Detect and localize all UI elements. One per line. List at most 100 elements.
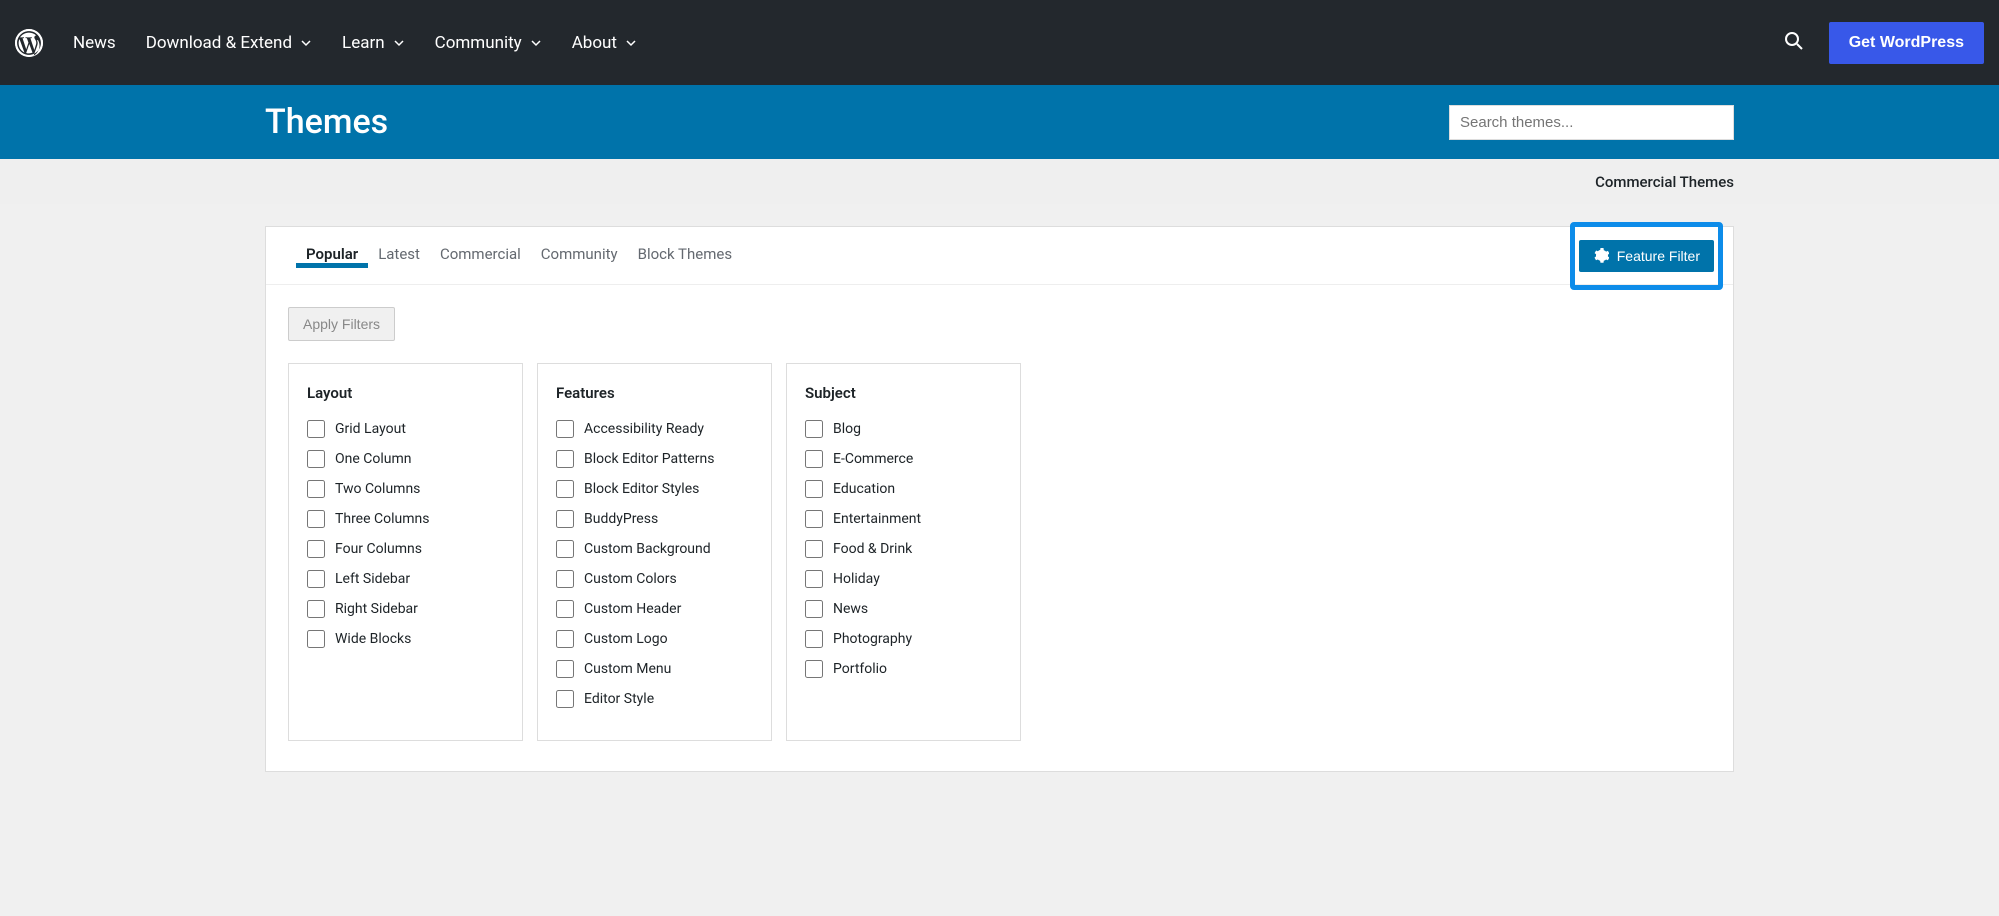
filter-label: Entertainment <box>833 511 921 527</box>
checkbox[interactable] <box>556 540 574 558</box>
checkbox[interactable] <box>805 600 823 618</box>
filter-option[interactable]: Photography <box>805 630 1002 648</box>
filter-label: Block Editor Styles <box>584 481 699 497</box>
commercial-bar: Commercial Themes <box>0 159 1999 204</box>
tab-block-themes[interactable]: Block Themes <box>628 245 742 263</box>
checkbox[interactable] <box>307 540 325 558</box>
search-icon <box>1784 31 1804 51</box>
checkbox[interactable] <box>307 630 325 648</box>
commercial-themes-link[interactable]: Commercial Themes <box>1595 173 1734 191</box>
feature-filter-highlight: Feature Filter <box>1570 222 1723 290</box>
gear-icon <box>1593 248 1609 264</box>
chevron-down-icon <box>393 37 405 49</box>
checkbox[interactable] <box>805 540 823 558</box>
checkbox[interactable] <box>805 450 823 468</box>
checkbox[interactable] <box>805 420 823 438</box>
filter-option[interactable]: Block Editor Styles <box>556 480 753 498</box>
feature-filter-button[interactable]: Feature Filter <box>1579 240 1714 272</box>
tabs-row: Popular Latest Commercial Community Bloc… <box>266 227 1733 285</box>
checkbox[interactable] <box>556 510 574 528</box>
filter-cards: Layout Grid Layout One Column Two Column… <box>288 363 1711 741</box>
checkbox[interactable] <box>556 660 574 678</box>
filter-option[interactable]: Food & Drink <box>805 540 1002 558</box>
apply-filters-button[interactable]: Apply Filters <box>288 307 395 341</box>
filter-label: Wide Blocks <box>335 631 411 647</box>
filter-option[interactable]: BuddyPress <box>556 510 753 528</box>
nav-label: About <box>572 33 617 53</box>
filter-group-title: Layout <box>307 384 504 402</box>
filter-option[interactable]: Editor Style <box>556 690 753 708</box>
filter-label: Three Columns <box>335 511 429 527</box>
checkbox[interactable] <box>307 510 325 528</box>
filter-card-layout: Layout Grid Layout One Column Two Column… <box>288 363 523 741</box>
nav-news[interactable]: News <box>73 33 116 53</box>
checkbox[interactable] <box>556 570 574 588</box>
filter-label: Photography <box>833 631 912 647</box>
filter-option[interactable]: Three Columns <box>307 510 504 528</box>
filter-option[interactable]: Accessibility Ready <box>556 420 753 438</box>
checkbox[interactable] <box>307 420 325 438</box>
nav-label: Learn <box>342 33 385 53</box>
checkbox[interactable] <box>556 450 574 468</box>
checkbox[interactable] <box>556 420 574 438</box>
checkbox[interactable] <box>556 480 574 498</box>
search-themes-input[interactable] <box>1449 105 1734 140</box>
filter-label: Editor Style <box>584 691 654 707</box>
checkbox[interactable] <box>805 660 823 678</box>
checkbox[interactable] <box>805 480 823 498</box>
nav-about[interactable]: About <box>572 33 637 53</box>
filter-option[interactable]: One Column <box>307 450 504 468</box>
filter-option[interactable]: Custom Header <box>556 600 753 618</box>
nav-download[interactable]: Download & Extend <box>146 33 312 53</box>
filter-option[interactable]: Custom Colors <box>556 570 753 588</box>
tab-commercial[interactable]: Commercial <box>430 245 531 263</box>
filter-option[interactable]: Holiday <box>805 570 1002 588</box>
filter-option[interactable]: Entertainment <box>805 510 1002 528</box>
nav-learn[interactable]: Learn <box>342 33 405 53</box>
nav-community[interactable]: Community <box>435 33 542 53</box>
feature-filter-label: Feature Filter <box>1617 248 1700 264</box>
filters-area: Apply Filters Layout Grid Layout One Col… <box>266 285 1733 771</box>
checkbox[interactable] <box>556 690 574 708</box>
search-icon-button[interactable] <box>1784 31 1804 55</box>
filter-option[interactable]: Blog <box>805 420 1002 438</box>
filter-option[interactable]: Wide Blocks <box>307 630 504 648</box>
checkbox[interactable] <box>805 630 823 648</box>
get-wordpress-button[interactable]: Get WordPress <box>1829 22 1984 64</box>
checkbox[interactable] <box>307 480 325 498</box>
checkbox[interactable] <box>556 630 574 648</box>
filter-option[interactable]: Education <box>805 480 1002 498</box>
filter-option[interactable]: News <box>805 600 1002 618</box>
main-nav: News Download & Extend Learn Community A… <box>73 33 1784 53</box>
tab-latest[interactable]: Latest <box>368 245 430 263</box>
filter-option[interactable]: Right Sidebar <box>307 600 504 618</box>
filter-option[interactable]: Four Columns <box>307 540 504 558</box>
wordpress-icon <box>15 29 43 57</box>
chevron-down-icon <box>625 37 637 49</box>
header-right: Get WordPress <box>1784 22 1984 64</box>
chevron-down-icon <box>300 37 312 49</box>
filter-option[interactable]: Portfolio <box>805 660 1002 678</box>
nav-label: News <box>73 33 116 53</box>
checkbox[interactable] <box>307 570 325 588</box>
checkbox[interactable] <box>556 600 574 618</box>
filter-option[interactable]: E-Commerce <box>805 450 1002 468</box>
filter-label: Holiday <box>833 571 880 587</box>
filter-option[interactable]: Custom Menu <box>556 660 753 678</box>
filter-label: Custom Colors <box>584 571 677 587</box>
checkbox[interactable] <box>307 450 325 468</box>
filter-option[interactable]: Custom Logo <box>556 630 753 648</box>
tab-community[interactable]: Community <box>531 245 628 263</box>
tab-popular[interactable]: Popular <box>296 245 368 268</box>
checkbox[interactable] <box>805 570 823 588</box>
filter-option[interactable]: Left Sidebar <box>307 570 504 588</box>
filter-card-features: Features Accessibility Ready Block Edito… <box>537 363 772 741</box>
checkbox[interactable] <box>307 600 325 618</box>
filter-option[interactable]: Two Columns <box>307 480 504 498</box>
checkbox[interactable] <box>805 510 823 528</box>
wordpress-logo[interactable] <box>15 29 43 57</box>
filter-label: Portfolio <box>833 661 887 677</box>
filter-option[interactable]: Custom Background <box>556 540 753 558</box>
filter-option[interactable]: Block Editor Patterns <box>556 450 753 468</box>
filter-option[interactable]: Grid Layout <box>307 420 504 438</box>
